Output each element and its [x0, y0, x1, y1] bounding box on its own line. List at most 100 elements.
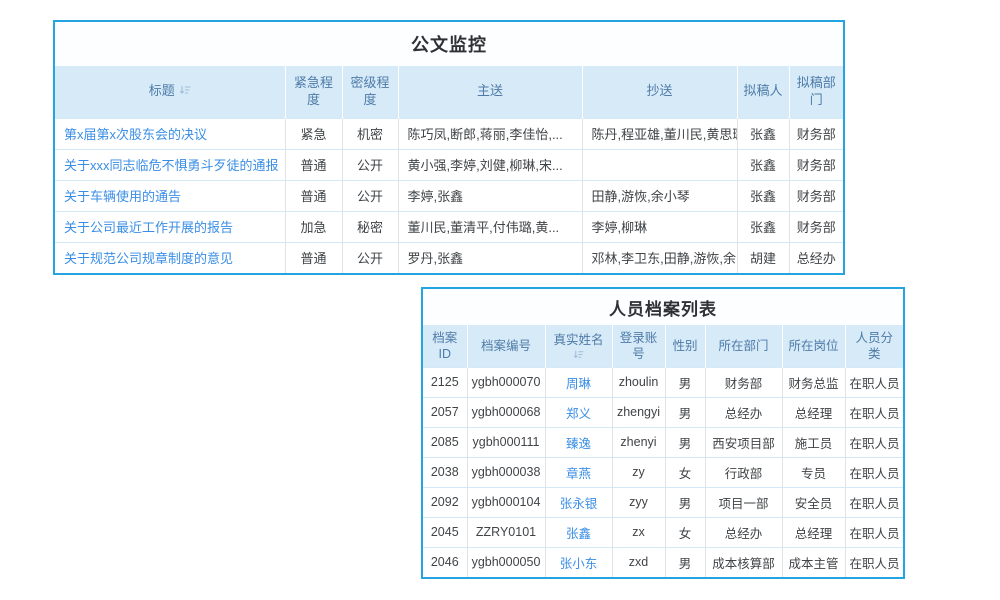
doc-monitor-title: 公文监控 [55, 22, 843, 66]
personnel-col-name-label: 真实姓名 [553, 332, 603, 348]
doc-monitor-body: 第x届第x次股东会的决议紧急机密陈巧凤,断郎,蒋丽,李佳怡,...陈丹,程亚雄,… [55, 118, 843, 273]
personnel-col-account: 登录账号 [612, 325, 665, 367]
personnel-name-cell[interactable]: 郑义 [545, 397, 612, 427]
personnel-col-code: 档案编号 [467, 325, 545, 367]
personnel-post-cell: 财务总监 [782, 367, 845, 397]
doc-cc-cell: 陈丹,程亚雄,董川民,黄思璐... [582, 118, 737, 149]
doc-monitor-table: 标题 紧急程度 密级程度 主送 抄送 拟稿人 拟稿部门 第x届第x次股东会的决议… [55, 66, 843, 273]
personnel-post-cell: 专员 [782, 457, 845, 487]
doc-main-send-cell: 李婷,张鑫 [398, 180, 582, 211]
doc-title-cell[interactable]: 关于车辆使用的通告 [55, 180, 285, 211]
sort-icon[interactable] [573, 349, 584, 360]
doc-security-cell: 机密 [342, 118, 398, 149]
personnel-account-cell: zhengyi [612, 397, 665, 427]
personnel-category-cell: 在职人员 [845, 457, 903, 487]
doc-col-title[interactable]: 标题 [55, 66, 285, 118]
personnel-table-row: 2045ZZRY0101张鑫zx女总经办总经理在职人员 [423, 517, 903, 547]
personnel-col-id: 档案ID [423, 325, 467, 367]
doc-security-cell: 公开 [342, 149, 398, 180]
personnel-col-dept: 所在部门 [705, 325, 782, 367]
personnel-name-cell[interactable]: 章燕 [545, 457, 612, 487]
personnel-name-cell[interactable]: 张永银 [545, 487, 612, 517]
personnel-dept-cell: 总经办 [705, 517, 782, 547]
doc-main-send-cell: 罗丹,张鑫 [398, 242, 582, 273]
personnel-account-cell: zy [612, 457, 665, 487]
personnel-gender-cell: 女 [665, 457, 705, 487]
personnel-code-cell: ZZRY0101 [467, 517, 545, 547]
doc-drafter-cell: 张鑫 [737, 211, 789, 242]
personnel-code-cell: ygbh000050 [467, 547, 545, 577]
sort-icon[interactable] [179, 84, 191, 96]
doc-col-urgency: 紧急程度 [285, 66, 342, 118]
page: 公文监控 标题 紧急程度 密级程度 主送 抄送 拟稿人 拟稿部门 [0, 0, 1000, 600]
personnel-gender-cell: 男 [665, 547, 705, 577]
personnel-post-cell: 总经理 [782, 517, 845, 547]
doc-col-cc: 抄送 [582, 66, 737, 118]
personnel-table-row: 2038ygbh000038章燕zy女行政部专员在职人员 [423, 457, 903, 487]
personnel-account-cell: zyy [612, 487, 665, 517]
doc-table-row: 关于公司最近工作开展的报告加急秘密董川民,董清平,付伟璐,黄...李婷,柳琳张鑫… [55, 211, 843, 242]
doc-table-row: 关于规范公司规章制度的意见普通公开罗丹,张鑫邓林,李卫东,田静,游恢,余...胡… [55, 242, 843, 273]
personnel-dept-cell: 项目一部 [705, 487, 782, 517]
doc-table-row: 第x届第x次股东会的决议紧急机密陈巧凤,断郎,蒋丽,李佳怡,...陈丹,程亚雄,… [55, 118, 843, 149]
personnel-name-cell[interactable]: 臻逸 [545, 427, 612, 457]
personnel-name-cell[interactable]: 张小东 [545, 547, 612, 577]
doc-urgency-cell: 普通 [285, 242, 342, 273]
personnel-title: 人员档案列表 [423, 289, 903, 325]
personnel-id-cell: 2046 [423, 547, 467, 577]
personnel-dept-cell: 财务部 [705, 367, 782, 397]
personnel-post-cell: 安全员 [782, 487, 845, 517]
personnel-category-cell: 在职人员 [845, 517, 903, 547]
doc-drafter-cell: 张鑫 [737, 149, 789, 180]
doc-dept-cell: 总经办 [789, 242, 843, 273]
personnel-header: 档案ID 档案编号 真实姓名 登录账号 性别 所在部门 所在岗位 人员分类 [423, 325, 903, 367]
personnel-account-cell: zxd [612, 547, 665, 577]
doc-drafter-cell: 张鑫 [737, 118, 789, 149]
personnel-panel: 人员档案列表 档案ID 档案编号 真实姓名 登录账号 性别 [421, 287, 905, 579]
personnel-name-cell[interactable]: 周琳 [545, 367, 612, 397]
personnel-post-cell: 施工员 [782, 427, 845, 457]
personnel-account-cell: zhoulin [612, 367, 665, 397]
personnel-gender-cell: 男 [665, 487, 705, 517]
personnel-table-row: 2085ygbh000111臻逸zhenyi男西安项目部施工员在职人员 [423, 427, 903, 457]
doc-monitor-panel: 公文监控 标题 紧急程度 密级程度 主送 抄送 拟稿人 拟稿部门 [53, 20, 845, 275]
doc-dept-cell: 财务部 [789, 180, 843, 211]
personnel-dept-cell: 总经办 [705, 397, 782, 427]
personnel-table-row: 2046ygbh000050张小东zxd男成本核算部成本主管在职人员 [423, 547, 903, 577]
personnel-id-cell: 2057 [423, 397, 467, 427]
personnel-post-cell: 成本主管 [782, 547, 845, 577]
personnel-table-row: 2092ygbh000104张永银zyy男项目一部安全员在职人员 [423, 487, 903, 517]
doc-dept-cell: 财务部 [789, 149, 843, 180]
personnel-category-cell: 在职人员 [845, 427, 903, 457]
doc-title-cell[interactable]: 关于公司最近工作开展的报告 [55, 211, 285, 242]
doc-col-title-label: 标题 [149, 83, 175, 98]
personnel-dept-cell: 西安项目部 [705, 427, 782, 457]
doc-col-security: 密级程度 [342, 66, 398, 118]
personnel-col-name[interactable]: 真实姓名 [545, 325, 612, 367]
personnel-table-row: 2057ygbh000068郑义zhengyi男总经办总经理在职人员 [423, 397, 903, 427]
doc-cc-cell: 田静,游恢,余小琴 [582, 180, 737, 211]
personnel-category-cell: 在职人员 [845, 367, 903, 397]
doc-title-cell[interactable]: 第x届第x次股东会的决议 [55, 118, 285, 149]
doc-urgency-cell: 普通 [285, 180, 342, 211]
personnel-id-cell: 2125 [423, 367, 467, 397]
doc-urgency-cell: 加急 [285, 211, 342, 242]
doc-main-send-cell: 陈巧凤,断郎,蒋丽,李佳怡,... [398, 118, 582, 149]
doc-col-main-send: 主送 [398, 66, 582, 118]
doc-title-cell[interactable]: 关于规范公司规章制度的意见 [55, 242, 285, 273]
personnel-gender-cell: 男 [665, 427, 705, 457]
personnel-id-cell: 2038 [423, 457, 467, 487]
doc-dept-cell: 财务部 [789, 211, 843, 242]
doc-title-cell[interactable]: 关于xxx同志临危不惧勇斗歹徒的通报 [55, 149, 285, 180]
personnel-code-cell: ygbh000111 [467, 427, 545, 457]
personnel-table: 档案ID 档案编号 真实姓名 登录账号 性别 所在部门 所在岗位 人员分类 21… [423, 325, 903, 577]
doc-main-send-cell: 董川民,董清平,付伟璐,黄... [398, 211, 582, 242]
doc-dept-cell: 财务部 [789, 118, 843, 149]
doc-col-drafter: 拟稿人 [737, 66, 789, 118]
doc-table-row: 关于xxx同志临危不惧勇斗歹徒的通报普通公开黄小强,李婷,刘健,柳琳,宋...张… [55, 149, 843, 180]
personnel-category-cell: 在职人员 [845, 487, 903, 517]
personnel-name-cell[interactable]: 张鑫 [545, 517, 612, 547]
doc-table-row: 关于车辆使用的通告普通公开李婷,张鑫田静,游恢,余小琴张鑫财务部 [55, 180, 843, 211]
doc-monitor-header: 标题 紧急程度 密级程度 主送 抄送 拟稿人 拟稿部门 [55, 66, 843, 118]
doc-main-send-cell: 黄小强,李婷,刘健,柳琳,宋... [398, 149, 582, 180]
